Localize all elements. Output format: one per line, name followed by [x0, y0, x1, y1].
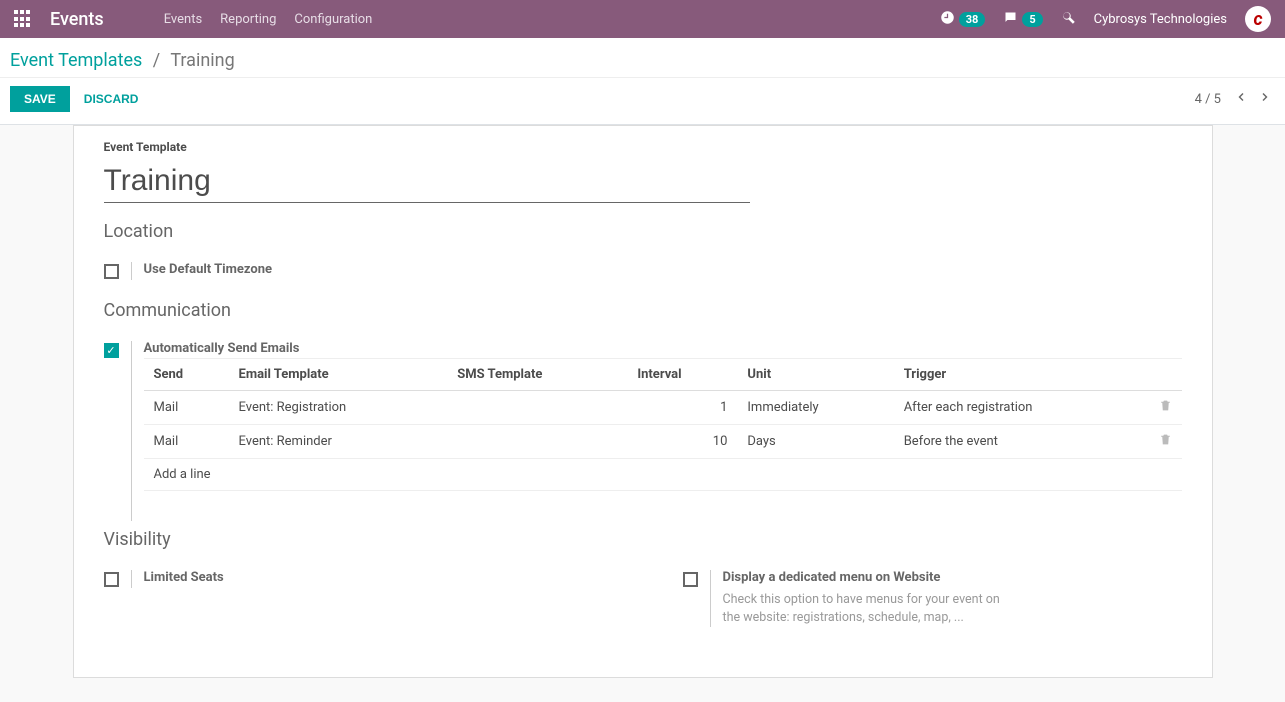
breadcrumb-current: Training	[170, 50, 234, 71]
discuss-indicator[interactable]: 5	[1003, 10, 1042, 29]
label-dedicated-menu: Display a dedicated menu on Website	[723, 570, 1013, 585]
section-communication: Communication	[104, 300, 1182, 321]
communication-table: Send Email Template SMS Template Interva…	[144, 358, 1182, 521]
add-line-link[interactable]: Add a line	[144, 459, 1182, 491]
clock-icon	[940, 10, 955, 29]
section-location: Location	[104, 221, 1182, 242]
pager-next[interactable]	[1255, 86, 1275, 112]
save-button[interactable]: SAVE	[10, 86, 70, 112]
label-default-timezone: Use Default Timezone	[144, 262, 273, 277]
checkbox-dedicated-menu[interactable]	[683, 572, 698, 587]
col-send: Send	[144, 359, 229, 391]
debug-icon[interactable]	[1061, 10, 1076, 29]
section-visibility: Visibility	[104, 529, 1182, 550]
pager-text: 4 / 5	[1195, 92, 1221, 107]
activity-indicator[interactable]: 38	[940, 10, 986, 29]
col-sms-template: SMS Template	[447, 359, 627, 391]
delete-row-icon[interactable]	[1149, 425, 1182, 459]
col-trigger: Trigger	[894, 359, 1149, 391]
nav-link-events[interactable]: Events	[164, 12, 202, 27]
table-row[interactable]: Mail Event: Registration 1 Immediately A…	[144, 391, 1182, 425]
breadcrumb-parent[interactable]: Event Templates	[10, 50, 142, 71]
col-email-template: Email Template	[229, 359, 448, 391]
help-dedicated-menu: Check this option to have menus for your…	[723, 591, 1013, 627]
discard-button[interactable]: DISCARD	[84, 92, 139, 106]
company-switch[interactable]: Cybrosys Technologies	[1094, 12, 1227, 27]
template-label: Event Template	[104, 140, 1182, 154]
activity-count: 38	[959, 12, 986, 27]
table-row[interactable]: Mail Event: Reminder 10 Days Before the …	[144, 425, 1182, 459]
chat-icon	[1003, 10, 1018, 29]
breadcrumb: Event Templates / Training	[10, 50, 1275, 71]
user-avatar[interactable]: c	[1245, 6, 1271, 32]
label-auto-send-emails: Automatically Send Emails	[144, 341, 1182, 356]
checkbox-default-timezone[interactable]	[104, 264, 119, 279]
app-title: Events	[50, 9, 104, 30]
col-unit: Unit	[737, 359, 893, 391]
title-input[interactable]	[104, 160, 751, 203]
pager-prev[interactable]	[1231, 86, 1251, 112]
checkbox-auto-send-emails[interactable]	[104, 343, 119, 358]
apps-menu-icon[interactable]	[14, 10, 32, 28]
nav-link-reporting[interactable]: Reporting	[220, 12, 276, 27]
delete-row-icon[interactable]	[1149, 391, 1182, 425]
checkbox-limited-seats[interactable]	[104, 572, 119, 587]
col-interval: Interval	[627, 359, 737, 391]
label-limited-seats: Limited Seats	[144, 570, 224, 585]
nav-link-configuration[interactable]: Configuration	[294, 12, 372, 27]
message-count: 5	[1022, 12, 1042, 27]
